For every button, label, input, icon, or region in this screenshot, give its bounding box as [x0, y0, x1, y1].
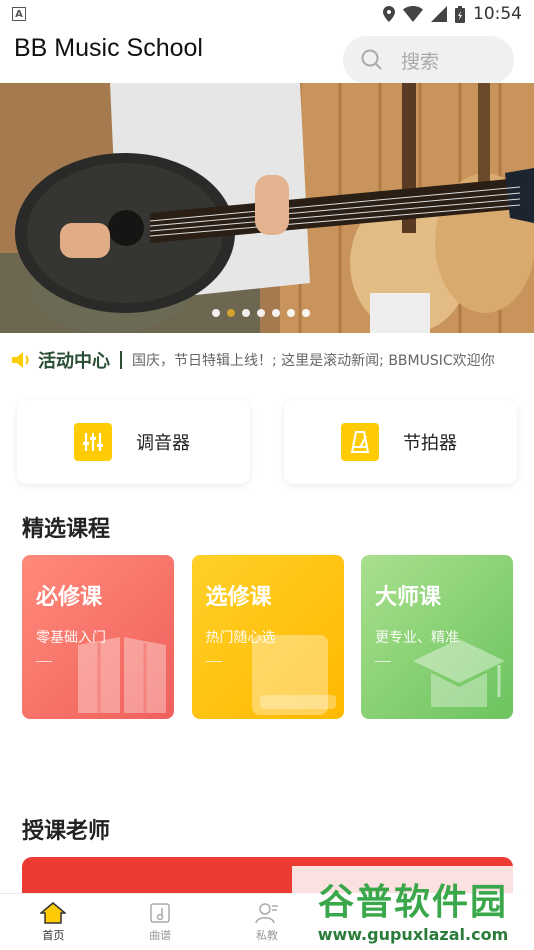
carousel-dot[interactable]	[242, 309, 250, 317]
carousel-dot[interactable]	[212, 309, 220, 317]
courses-section-title: 精选课程	[22, 517, 111, 542]
tools-row: 调音器 节拍器	[17, 400, 517, 484]
news-title: 活动中心	[38, 351, 110, 372]
location-icon	[383, 6, 395, 22]
tuner-button[interactable]: 调音器	[17, 400, 250, 484]
master-course-card[interactable]: 大师课 更专业、精准	[361, 555, 513, 719]
carousel-dot[interactable]	[272, 309, 280, 317]
elective-course-card[interactable]: 选修课 热门随心选	[191, 555, 344, 719]
banner-carousel[interactable]	[0, 83, 534, 333]
metronome-icon	[341, 423, 379, 461]
speaker-icon	[12, 352, 29, 368]
news-text: 国庆，节日特辑上线！; 这里是滚动新闻; BBMUSIC欢迎你	[132, 353, 495, 369]
open-book-icon	[78, 637, 166, 713]
metronome-button[interactable]: 节拍器	[284, 400, 517, 484]
carousel-dots	[212, 309, 310, 317]
divider	[375, 661, 391, 662]
tuner-label: 调音器	[136, 433, 190, 454]
app-title: BB Music School	[14, 34, 203, 62]
course-title: 选修课	[205, 585, 272, 610]
tab-label: 曲谱	[149, 928, 172, 942]
tuner-icon	[74, 423, 112, 461]
app-bar: BB Music School 搜索	[0, 28, 534, 84]
required-course-card[interactable]: 必修课 零基础入门	[22, 555, 174, 719]
notification-icon: A	[12, 7, 26, 21]
tab-label: 首页	[42, 928, 65, 942]
carousel-dot[interactable]	[287, 309, 295, 317]
wifi-icon	[403, 6, 423, 22]
course-title: 大师课	[375, 585, 442, 610]
banner-image	[0, 83, 534, 333]
course-cards: 必修课 零基础入门 选修课 热门随心选 大师课 更专业、精准	[22, 555, 513, 719]
search-placeholder: 搜索	[401, 50, 440, 73]
watermark-url: www.gupuxlazal.com	[317, 924, 509, 944]
clock: 10:54	[473, 4, 522, 24]
divider	[205, 661, 222, 662]
closed-book-icon	[251, 635, 336, 715]
status-bar: A 10:54	[0, 0, 534, 28]
home-icon	[40, 901, 67, 924]
battery-icon	[455, 5, 465, 23]
tab-score[interactable]: 曲谱	[107, 894, 214, 950]
divider	[36, 661, 52, 662]
signal-icon	[431, 6, 447, 22]
search-input[interactable]: 搜索	[343, 36, 514, 84]
divider	[120, 351, 122, 369]
teachers-section-title: 授课老师	[22, 819, 111, 844]
graduation-cap-icon	[413, 639, 505, 707]
carousel-dot-active[interactable]	[227, 309, 235, 317]
search-icon	[361, 49, 382, 70]
watermark-logo: 谷普软件园 www.gupuxlazal.com	[292, 866, 534, 950]
course-title: 必修课	[36, 585, 103, 610]
private-tutor-icon	[255, 902, 278, 923]
carousel-dot[interactable]	[257, 309, 265, 317]
score-icon	[150, 902, 170, 923]
carousel-dot[interactable]	[302, 309, 310, 317]
metronome-label: 节拍器	[403, 433, 457, 454]
tab-home[interactable]: 首页	[0, 894, 107, 950]
news-ticker[interactable]: 活动中心 国庆，节日特辑上线！; 这里是滚动新闻; BBMUSIC欢迎你	[0, 340, 534, 380]
tab-label: 私教	[255, 928, 278, 942]
watermark-brand: 谷普软件园	[317, 881, 508, 923]
